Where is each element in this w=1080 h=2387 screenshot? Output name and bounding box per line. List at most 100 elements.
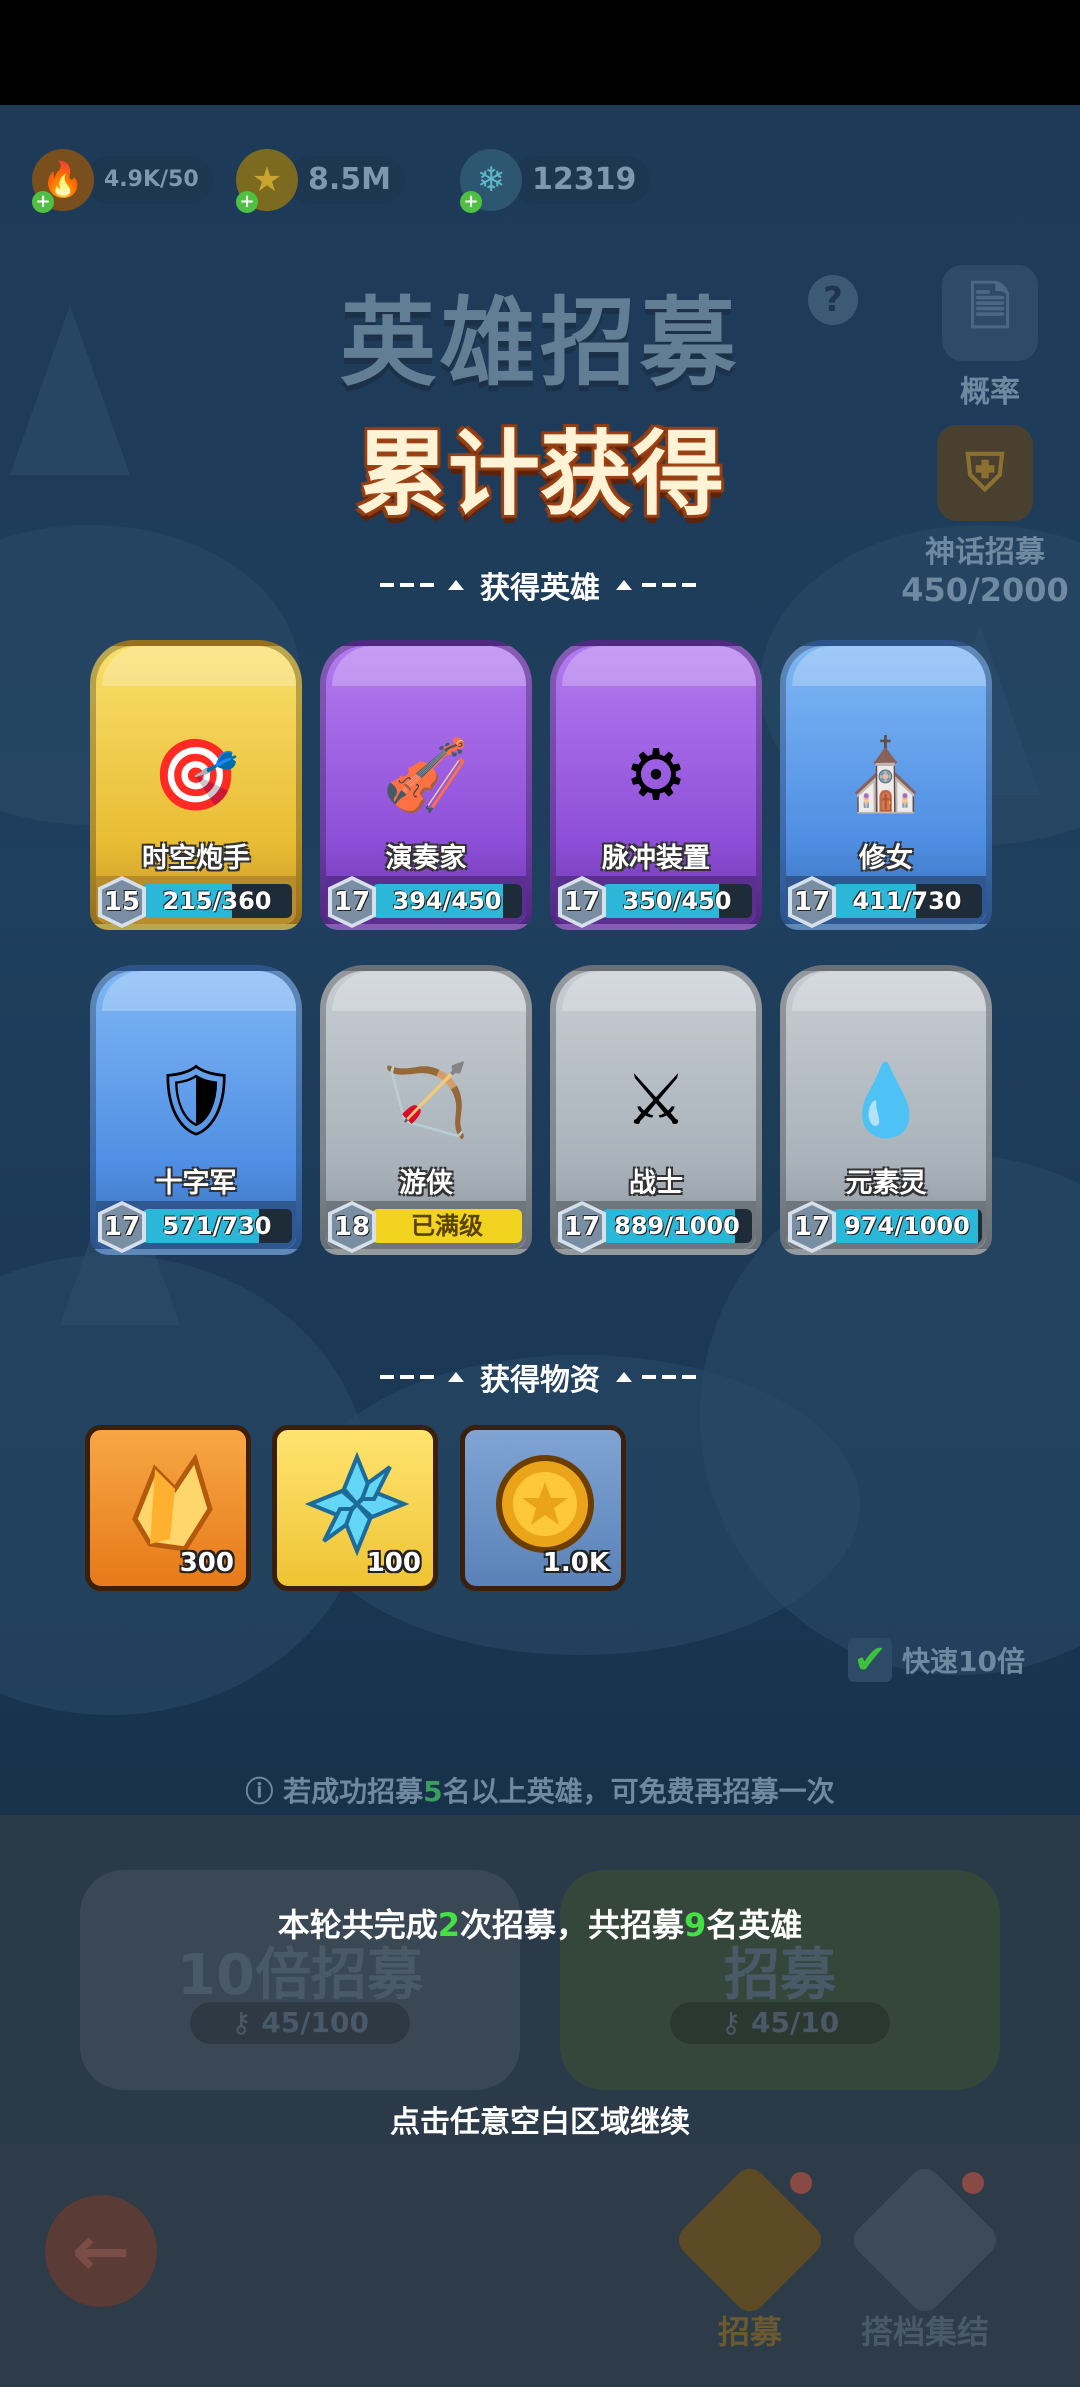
item-crystal-flower[interactable]: 100	[272, 1425, 438, 1591]
fast-10x-label: 快速10倍	[902, 1645, 1025, 1678]
recruit-cost: ⚷ 45/10	[670, 2002, 890, 2044]
hero-progress-text: 889/1000	[614, 1212, 740, 1240]
hero-portrait-icon: ⚙	[624, 734, 688, 816]
item-quantity: 300	[179, 1548, 234, 1578]
hero-portrait-icon: 🏹	[382, 1058, 470, 1141]
hero-card[interactable]: 🛡 十字军 571/730 17	[90, 965, 302, 1265]
hero-progress-bar: 974/1000	[832, 1209, 982, 1243]
hero-level: 17	[793, 887, 831, 917]
item-gold-crystal[interactable]: 300	[85, 1425, 251, 1591]
hero-name: 时空炮手	[142, 843, 250, 874]
hero-progress-text: 571/730	[162, 1212, 272, 1240]
hero-progress-text: 394/450	[392, 887, 502, 915]
info-icon: ⓘ	[245, 1775, 284, 1808]
hero-name: 脉冲装置	[602, 843, 710, 874]
hero-progress-text: 215/360	[162, 887, 272, 915]
hero-level: 17	[563, 887, 601, 917]
resource-stamina[interactable]: 🔥 + 4.9K/50	[32, 149, 213, 213]
recruit-10x-cost-value: 45/100	[261, 2006, 369, 2039]
crystal-flower-icon: ❄ +	[460, 149, 522, 213]
hero-card[interactable]: 🏹 游侠 已满级 18	[320, 965, 532, 1265]
nav-recruit[interactable]: 招募	[670, 2162, 830, 2353]
help-icon[interactable]: ?	[808, 275, 858, 325]
hero-name: 元素灵	[845, 1168, 927, 1199]
hero-progress-text: 350/450	[622, 887, 732, 915]
notification-dot	[790, 2172, 812, 2194]
hero-progress-text: 411/730	[852, 887, 962, 915]
nav-partner-label: 搭档集结	[860, 2313, 989, 2351]
crystal-value: 12319	[512, 156, 651, 204]
add-icon[interactable]: +	[236, 191, 258, 213]
nav-recruit-label: 招募	[717, 2313, 782, 2351]
hero-progress-bar: 411/730	[832, 884, 982, 918]
recruit-10x-cost: ⚷ 45/100	[190, 2002, 410, 2044]
mythic-progress: 450/2000	[901, 571, 1069, 609]
recruit-cost-value: 45/10	[751, 2006, 840, 2039]
summary-part: 本轮共完成	[277, 1906, 438, 1944]
tap-to-continue[interactable]: 点击任意空白区域继续	[240, 2097, 840, 2141]
gold-coin-icon	[485, 1444, 605, 1564]
notification-dot	[962, 2172, 984, 2194]
probability-button[interactable]: 🗎 概率	[920, 265, 1060, 411]
hero-progress-text: 已满级	[411, 1212, 483, 1240]
items-section-header: 获得物资	[370, 1355, 710, 1399]
hero-level: 15	[103, 887, 141, 917]
status-bar	[0, 0, 1080, 105]
heroes-section-title: 获得英雄	[480, 571, 600, 606]
hero-level: 17	[103, 1212, 141, 1242]
mythic-recruit-button[interactable]: ⛨ 神话招募 450/2000	[895, 425, 1075, 609]
recruit-10x-number: 10	[177, 1943, 255, 2008]
stamina-value: 4.9K/50	[84, 156, 213, 204]
info-suffix: 名以上英雄，可免费再招募一次	[442, 1775, 835, 1808]
gold-value: 8.5M	[288, 156, 405, 204]
hero-portrait-icon: 🛡	[151, 1058, 241, 1141]
mythic-label: 神话招募	[925, 535, 1045, 570]
resource-gold[interactable]: ★ + 8.5M	[236, 149, 405, 213]
add-icon[interactable]: +	[460, 191, 482, 213]
hero-progress-bar: 350/450	[602, 884, 752, 918]
item-quantity: 1.0K	[542, 1548, 609, 1578]
crystal-flower-icon	[297, 1444, 417, 1564]
hero-card[interactable]: 🎻 演奏家 394/450 17	[320, 640, 532, 940]
back-arrow-icon[interactable]: ←	[45, 2195, 157, 2307]
summary-part: 次招募，共招募	[459, 1906, 684, 1944]
hero-progress-bar: 394/450	[372, 884, 522, 918]
hero-progress-bar: 215/360	[142, 884, 292, 918]
hero-level: 17	[793, 1212, 831, 1242]
items-section-title: 获得物资	[480, 1363, 600, 1398]
info-number: 5	[423, 1775, 443, 1808]
hero-progress-bar: 889/1000	[602, 1209, 752, 1243]
gold-coin-icon: ★ +	[236, 149, 298, 213]
summary-count-heroes: 9	[684, 1906, 707, 1944]
item-gold-coin[interactable]: 1.0K	[460, 1425, 626, 1591]
page-title: 英雄招募	[340, 287, 740, 399]
resource-crystal[interactable]: ❄ + 12319	[460, 149, 651, 213]
hero-card[interactable]: ⛪ 修女 411/730 17	[780, 640, 992, 940]
item-quantity: 100	[366, 1548, 421, 1578]
add-icon[interactable]: +	[32, 191, 54, 213]
hero-level: 17	[333, 887, 371, 917]
info-prefix: 若成功招募	[283, 1775, 424, 1808]
hero-portrait-icon: ⚔	[624, 1059, 688, 1141]
recruit-10x-label: 倍招募	[254, 1943, 423, 2008]
heroes-section-header: 获得英雄	[370, 563, 710, 607]
gold-crystal-icon	[110, 1444, 230, 1564]
shield-icon: ⛨	[937, 425, 1033, 521]
hero-card[interactable]: 💧 元素灵 974/1000 17	[780, 965, 992, 1265]
hero-portrait-icon: 💧	[842, 1058, 930, 1141]
hero-name: 战士	[629, 1168, 683, 1199]
hero-level: 17	[563, 1212, 601, 1242]
probability-label: 概率	[960, 375, 1020, 410]
hero-progress-text: 974/1000	[844, 1212, 970, 1240]
key-icon: ⚷	[231, 2006, 262, 2039]
hero-card[interactable]: 🎯 时空炮手 215/360 15	[90, 640, 302, 940]
key-icon: ⚷	[720, 2006, 752, 2039]
hero-card[interactable]: ⚙ 脉冲装置 350/450 17	[550, 640, 762, 940]
hero-name: 修女	[859, 843, 913, 874]
hero-card[interactable]: ⚔ 战士 889/1000 17	[550, 965, 762, 1265]
hero-portrait-icon: 🎻	[382, 733, 470, 816]
free-recruit-info: ⓘ 若成功招募5名以上英雄，可免费再招募一次	[60, 1770, 1020, 1810]
hero-progress-bar: 571/730	[142, 1209, 292, 1243]
fast-10x-toggle[interactable]: ✔ 快速10倍	[848, 1638, 1025, 1682]
nav-partner[interactable]: 搭档集结	[845, 2162, 1005, 2353]
